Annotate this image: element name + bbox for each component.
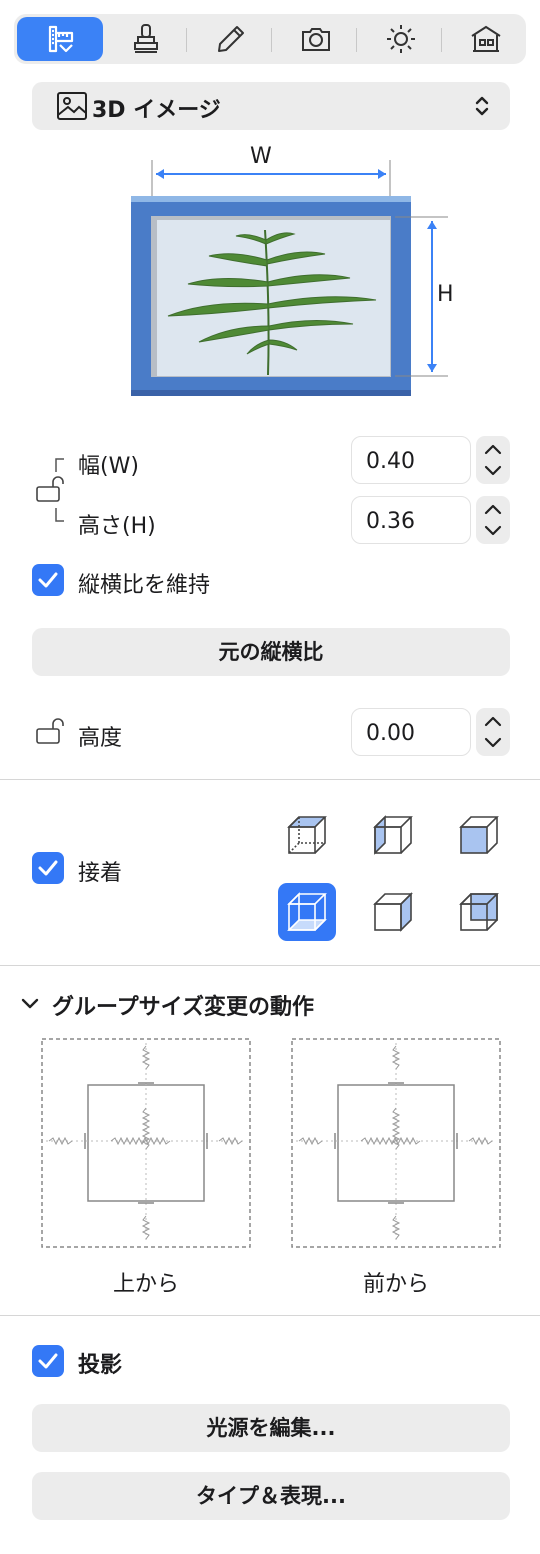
tab-dimensions[interactable] (17, 17, 103, 61)
cube-back-face-icon (459, 893, 499, 931)
object-type-popup[interactable]: 3D イメージ (32, 82, 510, 130)
checkmark-icon (38, 572, 58, 588)
checkmark-icon (38, 860, 58, 876)
tab-building[interactable] (443, 17, 529, 61)
group-resize-title: グループサイズ変更の動作 (52, 995, 315, 1020)
divider (0, 1315, 540, 1316)
attach-checkbox[interactable] (32, 852, 64, 884)
attach-right-button[interactable] (364, 883, 422, 941)
inspector-toolbar (14, 14, 526, 64)
image-preview: W H (120, 140, 460, 410)
measure-tool-icon (48, 25, 74, 53)
top-view-caption: 上から (112, 1272, 179, 1297)
keep-ratio-label: 縦横比を維持 (78, 573, 211, 598)
attach-front-button[interactable] (450, 806, 508, 864)
attach-label: 接着 (78, 861, 123, 886)
elevation-lock-icon[interactable] (34, 716, 68, 750)
stepper-down-icon (484, 465, 502, 476)
pencil-icon (218, 26, 244, 52)
elevation-field[interactable]: 0.00 (351, 708, 471, 756)
cube-left-face-icon (373, 815, 413, 855)
height-dimension-label: H (437, 282, 454, 307)
disclosure-chevron-icon[interactable] (20, 994, 40, 1014)
cube-front-face-icon (459, 816, 499, 854)
height-stepper[interactable] (476, 496, 510, 544)
stamp-icon (134, 24, 158, 53)
tab-style[interactable] (103, 17, 189, 61)
sun-icon (387, 25, 415, 53)
edit-light-source-button[interactable]: 光源を編集... (32, 1404, 510, 1452)
cube-top-face-icon (287, 816, 327, 854)
checkmark-icon (38, 1353, 58, 1369)
height-field[interactable]: 0.36 (351, 496, 471, 544)
type-and-style-button[interactable]: タイプ＆表現... (32, 1472, 510, 1520)
attach-back-button[interactable] (450, 883, 508, 941)
house-icon (471, 25, 501, 52)
tab-lighting[interactable] (358, 17, 444, 61)
chevron-updown-icon (475, 96, 489, 116)
tab-edit[interactable] (188, 17, 274, 61)
attach-bottom-button[interactable] (278, 883, 336, 941)
divider (0, 965, 540, 966)
original-ratio-button[interactable]: 元の縦横比 (32, 628, 510, 676)
keep-ratio-checkbox[interactable] (32, 564, 64, 596)
tab-camera[interactable] (273, 17, 359, 61)
width-label: 幅(W) (78, 454, 139, 479)
resize-top-view[interactable] (41, 1038, 251, 1252)
proportion-lock-icon[interactable] (34, 474, 68, 508)
image-icon (57, 92, 87, 120)
elevation-stepper[interactable] (476, 708, 510, 756)
resize-front-view[interactable] (291, 1038, 501, 1252)
cube-bottom-face-icon (287, 892, 327, 931)
camera-icon (302, 28, 330, 51)
stepper-up-icon (484, 444, 502, 455)
divider (0, 779, 540, 780)
width-field[interactable]: 0.40 (351, 436, 471, 484)
height-label: 高さ(H) (78, 514, 156, 539)
attach-top-button[interactable] (278, 806, 336, 864)
shadow-label: 投影 (78, 1353, 123, 1378)
width-dimension-label: W (250, 144, 272, 169)
attach-left-button[interactable] (364, 806, 422, 864)
cube-right-face-icon (373, 892, 413, 932)
elevation-label: 高度 (78, 726, 123, 751)
shadow-checkbox[interactable] (32, 1345, 64, 1377)
object-type-label: 3D イメージ (92, 98, 221, 123)
front-view-caption: 前から (362, 1272, 429, 1297)
width-stepper[interactable] (476, 436, 510, 484)
